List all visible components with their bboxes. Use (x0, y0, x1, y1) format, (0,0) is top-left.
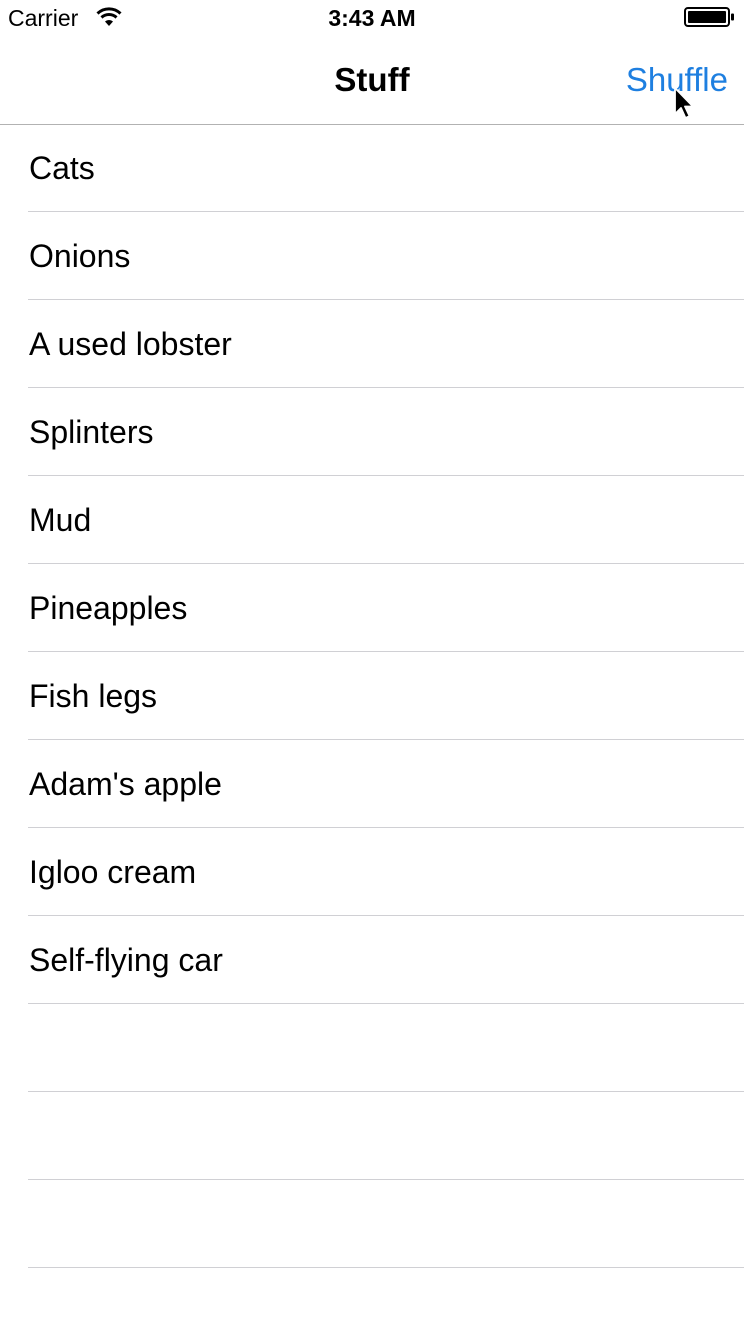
row-label: Mud (29, 502, 92, 538)
row-label: Adam's apple (29, 766, 222, 802)
table-row[interactable]: Splinters (0, 388, 744, 476)
mouse-pointer-icon (673, 87, 697, 123)
row-label: Cats (29, 150, 95, 186)
table-row[interactable]: Adam's apple (0, 740, 744, 828)
table-row[interactable] (0, 1180, 744, 1268)
row-label: Splinters (29, 414, 154, 450)
table-row[interactable]: Self-flying car (0, 916, 744, 1004)
table-row[interactable] (0, 1004, 744, 1092)
table-row[interactable]: Igloo cream (0, 828, 744, 916)
table-row[interactable] (0, 1092, 744, 1180)
status-bar: Carrier 3:43 AM (0, 0, 744, 36)
table-row[interactable]: Fish legs (0, 652, 744, 740)
battery-full-icon (684, 6, 736, 28)
row-label: Fish legs (29, 678, 158, 714)
row-label: A used lobster (29, 326, 232, 362)
table-row[interactable]: Cats (0, 124, 744, 212)
row-separator (28, 1267, 744, 1268)
items-table: Cats Onions A used lobster Splinters Mud Pine… (0, 124, 744, 1268)
table-row[interactable]: A used lobster (0, 300, 744, 388)
app-screen: Carrier 3:43 AM Stuff Shuffle Cats Onions… (0, 0, 744, 1328)
status-time: 3:43 AM (328, 5, 416, 31)
row-label: Igloo cream (29, 854, 197, 890)
table-row[interactable]: Mud (0, 476, 744, 564)
row-label: Pineapples (29, 590, 188, 626)
row-label: Self-flying car (29, 942, 223, 978)
navigation-bar: Stuff Shuffle (0, 40, 744, 125)
table-row[interactable]: Pineapples (0, 564, 744, 652)
row-label: Onions (29, 238, 131, 274)
table-row[interactable]: Onions (0, 212, 744, 300)
